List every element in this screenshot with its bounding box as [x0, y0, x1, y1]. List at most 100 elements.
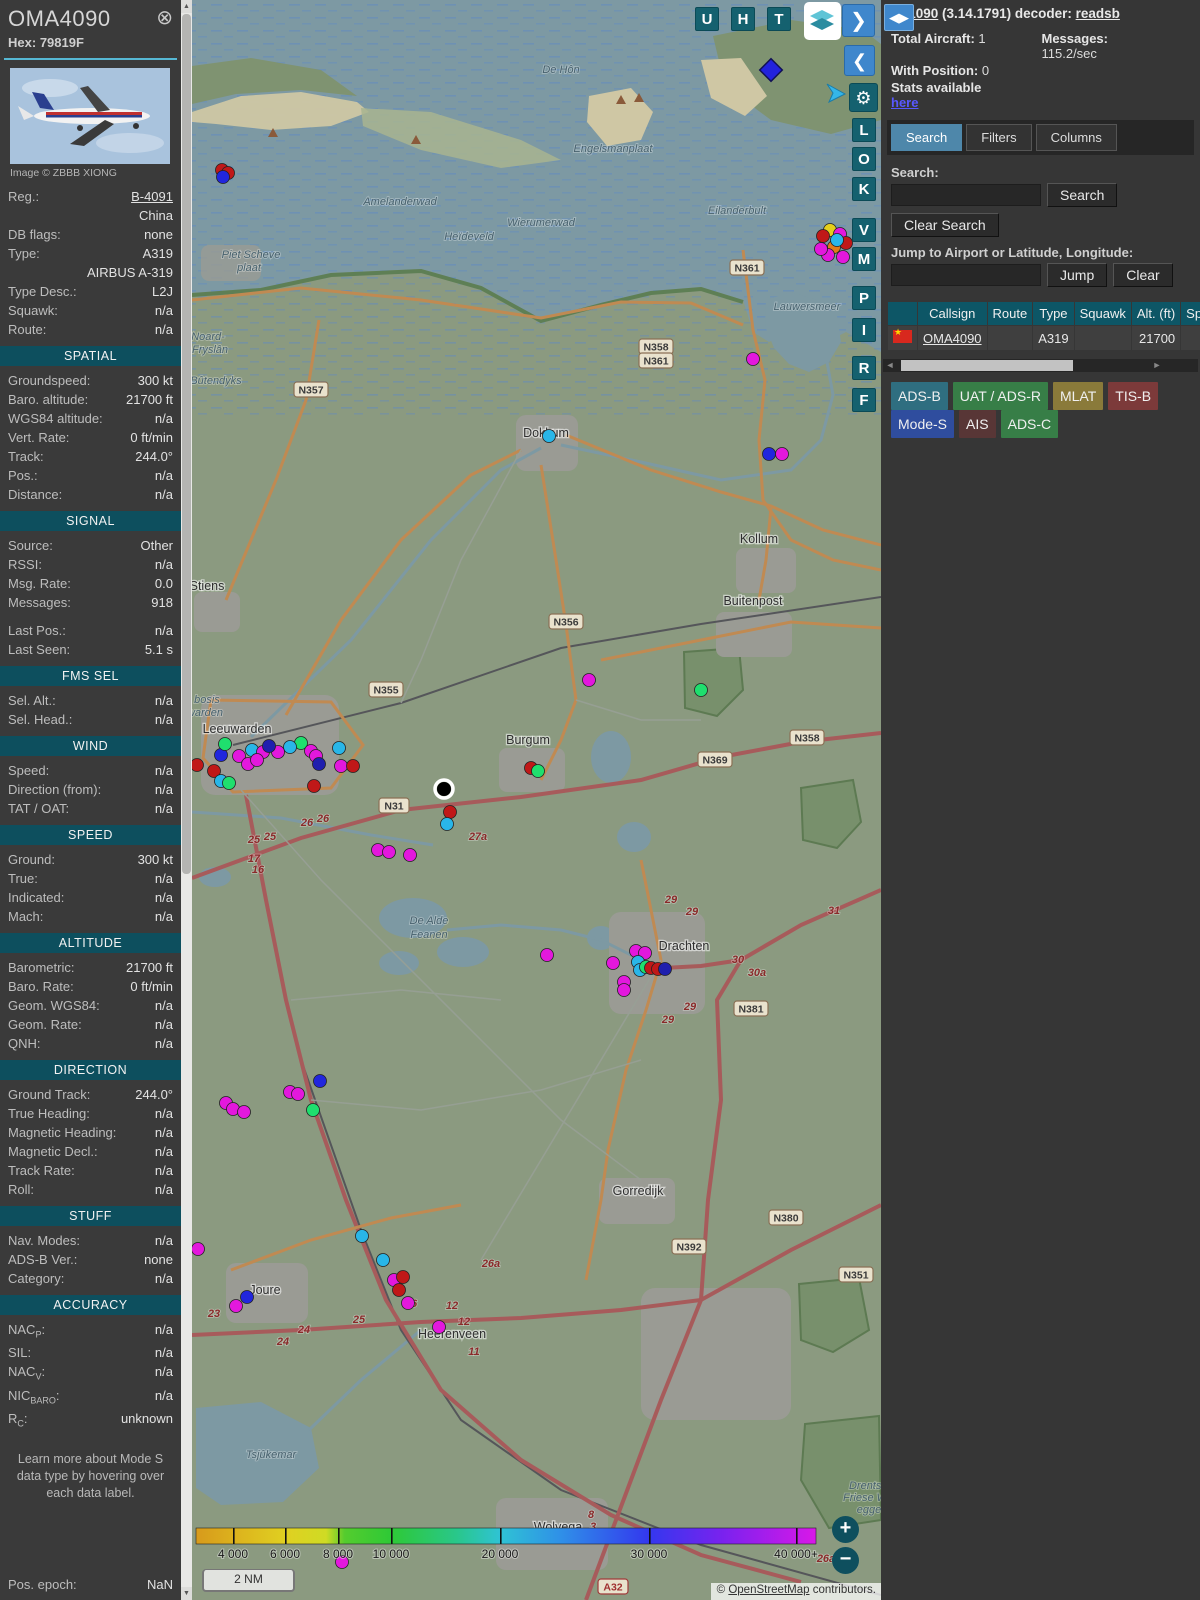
- map-button-o[interactable]: O: [852, 147, 876, 171]
- selected-aircraft-dot[interactable]: [433, 778, 455, 800]
- scroll-down-icon[interactable]: ▼: [181, 1587, 192, 1600]
- column-header[interactable]: Type: [1033, 302, 1074, 325]
- aircraft-dot[interactable]: [222, 776, 236, 790]
- aircraft-dot[interactable]: [401, 1296, 415, 1310]
- tab-columns[interactable]: Columns: [1035, 124, 1117, 151]
- scroll-up-icon[interactable]: ▲: [181, 0, 192, 13]
- hscroll-left-icon[interactable]: ◄: [883, 359, 897, 372]
- row-value[interactable]: B-4091: [131, 189, 173, 205]
- legend-tis-b[interactable]: TIS-B: [1108, 382, 1159, 410]
- map-button-u[interactable]: U: [695, 7, 719, 31]
- scrollbar-thumb[interactable]: [182, 14, 191, 874]
- aircraft-dot[interactable]: [658, 962, 672, 976]
- tab-filters[interactable]: Filters: [966, 124, 1032, 151]
- map-button-r[interactable]: R: [852, 356, 876, 380]
- column-header[interactable]: Sp: [1181, 302, 1200, 325]
- aircraft-dot[interactable]: [403, 848, 417, 862]
- zoom-out-button[interactable]: −: [832, 1547, 859, 1574]
- map-button-f[interactable]: F: [852, 388, 876, 412]
- legend-uat-ads-r[interactable]: UAT / ADS-R: [952, 382, 1048, 410]
- aircraft-dot[interactable]: [440, 817, 454, 831]
- map-button-t[interactable]: T: [767, 7, 791, 31]
- hscroll-thumb[interactable]: [901, 360, 1073, 371]
- aircraft-dot[interactable]: [262, 739, 276, 753]
- layers-button[interactable]: [804, 2, 841, 40]
- aircraft-dot[interactable]: [229, 1299, 243, 1313]
- map-button-m[interactable]: M: [852, 247, 876, 271]
- osm-link[interactable]: OpenStreetMap: [728, 1584, 809, 1596]
- aircraft-dot[interactable]: [816, 229, 830, 243]
- panel-nav-button[interactable]: ◀▶: [884, 4, 914, 31]
- aircraft-dot[interactable]: [775, 447, 789, 461]
- column-header[interactable]: Callsign: [918, 302, 987, 325]
- column-header[interactable]: [888, 302, 917, 325]
- jump-input[interactable]: [891, 264, 1041, 286]
- aircraft-dot[interactable]: [746, 352, 760, 366]
- legend-ads-b[interactable]: ADS-B: [891, 382, 948, 410]
- map-button-v[interactable]: V: [852, 218, 876, 242]
- aircraft-dot[interactable]: [312, 757, 326, 771]
- readsb-link[interactable]: readsb: [1076, 6, 1120, 21]
- flag-icon[interactable]: [888, 326, 917, 350]
- column-header[interactable]: Alt. (ft): [1131, 302, 1181, 325]
- aircraft-dot[interactable]: [836, 250, 850, 264]
- aircraft-dot[interactable]: [334, 759, 348, 773]
- table-row[interactable]: OMA4090 A319 21700: [888, 326, 1200, 350]
- legend-ads-c[interactable]: ADS-C: [1000, 410, 1059, 438]
- column-header[interactable]: Route: [987, 302, 1033, 325]
- aircraft-dot[interactable]: [216, 170, 230, 184]
- aircraft-dot[interactable]: [332, 741, 346, 755]
- aircraft-dot[interactable]: [237, 1105, 251, 1119]
- aircraft-dot[interactable]: [355, 1229, 369, 1243]
- panel-collapse-left-button[interactable]: ❮: [844, 45, 875, 76]
- table-cell[interactable]: [1181, 326, 1200, 350]
- clear-search-button[interactable]: Clear Search: [891, 213, 999, 237]
- aircraft-dot[interactable]: [192, 1242, 205, 1256]
- legend-mlat[interactable]: MLAT: [1052, 382, 1104, 410]
- tab-search[interactable]: Search: [891, 124, 963, 151]
- aircraft-dot[interactable]: [582, 673, 596, 687]
- table-hscrollbar[interactable]: ◄ ►: [883, 359, 1198, 372]
- aircraft-dot[interactable]: [218, 737, 232, 751]
- aircraft-dot[interactable]: [291, 1087, 305, 1101]
- map-canvas[interactable]: DokkumKollumBuitenpostStiensBurgumDracht…: [192, 0, 881, 1600]
- search-input[interactable]: [891, 184, 1041, 206]
- aircraft-dot[interactable]: [382, 845, 396, 859]
- aircraft-dot[interactable]: [694, 683, 708, 697]
- aircraft-dot[interactable]: [240, 1290, 254, 1304]
- aircraft-dot[interactable]: [307, 779, 321, 793]
- table-cell[interactable]: A319: [1033, 326, 1074, 350]
- map-button-k[interactable]: K: [852, 177, 876, 201]
- panel-collapse-right-button[interactable]: ❯: [842, 4, 875, 37]
- map-button-p[interactable]: P: [852, 286, 876, 310]
- zoom-in-button[interactable]: +: [832, 1516, 859, 1543]
- aircraft-dot[interactable]: [432, 1320, 446, 1334]
- callsign-cell[interactable]: OMA4090: [918, 326, 987, 350]
- aircraft-dot[interactable]: [396, 1270, 410, 1284]
- sidebar-scrollbar[interactable]: ▲ ▼: [181, 0, 192, 1600]
- map-button-i[interactable]: I: [852, 318, 876, 342]
- table-cell[interactable]: [1074, 326, 1131, 350]
- stats-link[interactable]: here: [891, 95, 918, 110]
- jump-button[interactable]: Jump: [1047, 263, 1108, 287]
- legend-mode-s[interactable]: Mode-S: [891, 410, 955, 438]
- aircraft-dot[interactable]: [376, 1253, 390, 1267]
- hscroll-right-icon[interactable]: ►: [1150, 359, 1164, 372]
- table-cell[interactable]: [987, 326, 1033, 350]
- aircraft-dot[interactable]: [540, 948, 554, 962]
- map-button-l[interactable]: L: [852, 118, 876, 142]
- aircraft-dot[interactable]: [192, 758, 204, 772]
- settings-button[interactable]: ⚙: [849, 83, 878, 112]
- table-cell[interactable]: 21700: [1131, 326, 1181, 350]
- aircraft-dot[interactable]: [762, 447, 776, 461]
- aircraft-photo[interactable]: [10, 68, 170, 164]
- aircraft-dot[interactable]: [250, 753, 264, 767]
- aircraft-dot[interactable]: [830, 233, 844, 247]
- map-button-h[interactable]: H: [731, 7, 755, 31]
- aircraft-dot[interactable]: [814, 242, 828, 256]
- column-header[interactable]: Squawk: [1074, 302, 1131, 325]
- aircraft-dot[interactable]: [313, 1074, 327, 1088]
- aircraft-dot[interactable]: [531, 764, 545, 778]
- aircraft-dot[interactable]: [306, 1103, 320, 1117]
- aircraft-dot[interactable]: [617, 983, 631, 997]
